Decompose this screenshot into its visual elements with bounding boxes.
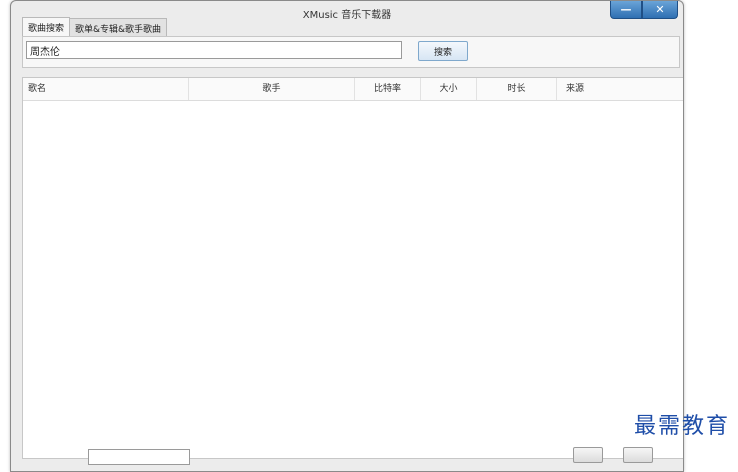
- column-header-song-name[interactable]: 歌名: [23, 78, 189, 100]
- table-header: 歌名 歌手 比特率 大小 时长 来源: [23, 78, 683, 101]
- column-header-source[interactable]: 来源: [557, 78, 683, 100]
- window-controls: — ✕: [610, 1, 678, 19]
- column-header-size[interactable]: 大小: [421, 78, 477, 100]
- watermark-text: 最需教育: [633, 414, 730, 439]
- tab-bar: 歌曲搜索 歌单&专辑&歌手歌曲: [22, 17, 168, 38]
- search-panel: 搜索: [22, 36, 680, 68]
- download-path-field[interactable]: [88, 449, 190, 465]
- column-header-artist[interactable]: 歌手: [189, 78, 355, 100]
- results-table: 歌名 歌手 比特率 大小 时长 来源: [22, 77, 683, 459]
- close-icon: ✕: [655, 3, 665, 16]
- column-header-bitrate[interactable]: 比特率: [355, 78, 421, 100]
- prev-page-button[interactable]: [573, 447, 603, 463]
- search-button[interactable]: 搜索: [418, 41, 468, 61]
- app-window: XMusic 音乐下载器 — ✕ 歌曲搜索 歌单&专辑&歌手歌曲 搜索 歌名 歌…: [10, 0, 684, 472]
- tab-playlist-album-artist[interactable]: 歌单&专辑&歌手歌曲: [69, 18, 168, 37]
- tab-song-search[interactable]: 歌曲搜索: [22, 17, 71, 37]
- close-button[interactable]: ✕: [642, 1, 678, 19]
- column-header-duration[interactable]: 时长: [477, 78, 557, 100]
- search-input[interactable]: [26, 41, 402, 59]
- next-page-button[interactable]: [623, 447, 653, 463]
- minimize-button[interactable]: —: [610, 1, 642, 19]
- minimize-icon: —: [620, 3, 632, 16]
